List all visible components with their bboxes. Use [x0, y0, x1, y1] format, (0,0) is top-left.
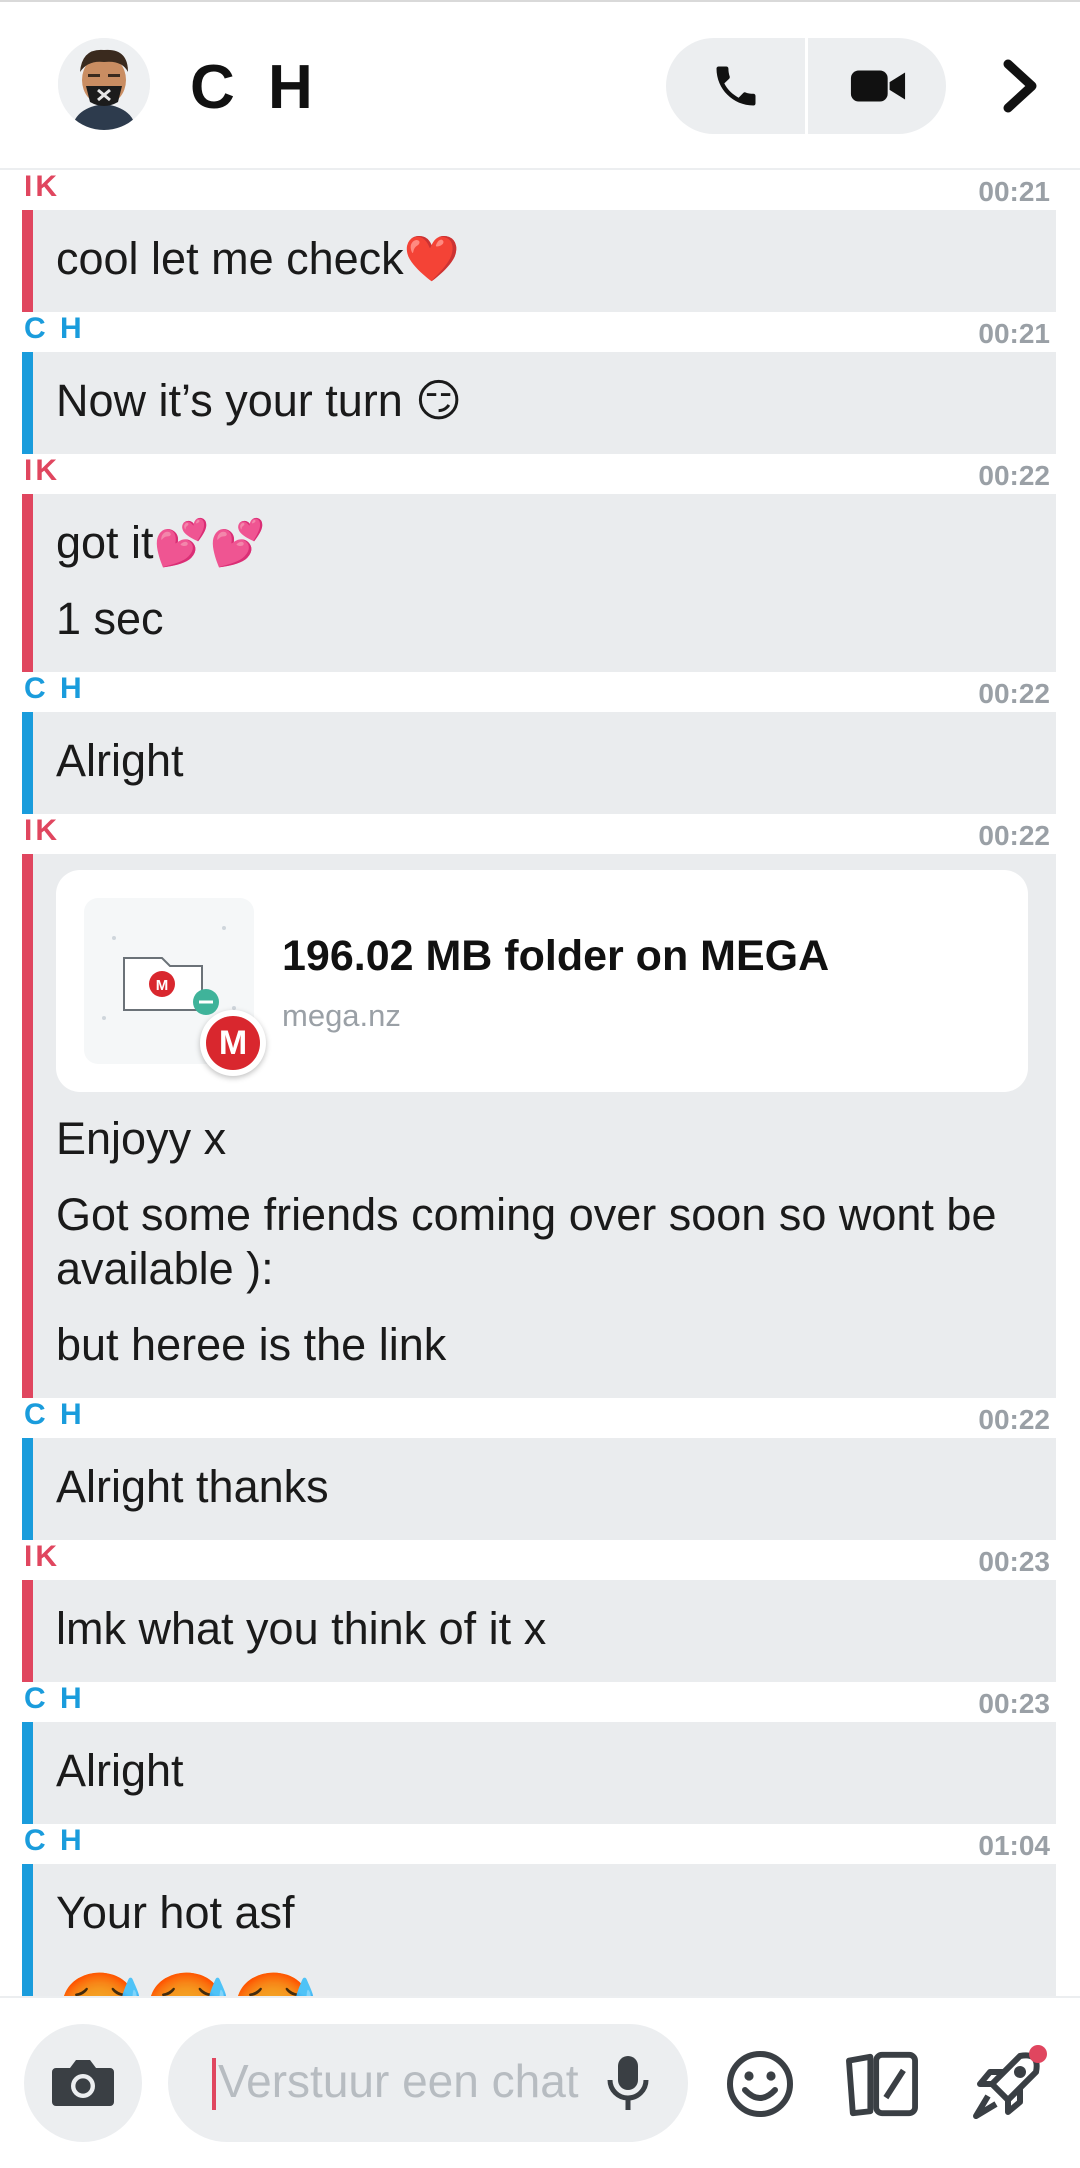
rocket-icon — [973, 2045, 1047, 2119]
message-bubble[interactable]: Alright — [22, 712, 1056, 814]
chat-title[interactable]: C H — [190, 52, 321, 123]
sender-bar — [22, 1722, 33, 1824]
message-group: IK 00:23 lmk what you think of it x — [0, 1540, 1080, 1682]
message-text: got it💕💕 — [56, 517, 266, 568]
message-time: 00:23 — [978, 1546, 1050, 1577]
sender-name: C H — [24, 312, 85, 345]
message-bubble[interactable]: Now it’s your turn 😏 — [22, 352, 1056, 454]
sender-bar — [22, 1580, 33, 1682]
message-group: C H 00:21 Now it’s your turn 😏 — [0, 312, 1080, 454]
message-group: C H 00:22 Alright — [0, 672, 1080, 814]
message-time: 00:22 — [978, 1404, 1050, 1435]
message-group: C H 00:22 Alright thanks — [0, 1398, 1080, 1540]
message-time: 00:22 — [978, 820, 1050, 851]
sender-name: IK — [24, 1540, 60, 1573]
message-bubble[interactable]: cool let me check❤️ — [22, 210, 1056, 312]
message-group: IK 00:21 cool let me check❤️ — [0, 170, 1080, 312]
message-time: 00:21 — [978, 318, 1050, 349]
text-caret — [212, 2058, 216, 2110]
chat-input-placeholder: Verstuur een chat — [218, 2055, 579, 2107]
message-text: Alright thanks — [56, 1461, 329, 1512]
voice-call-button[interactable] — [666, 38, 805, 134]
phone-icon — [716, 66, 755, 106]
message-bubble[interactable]: M M 196.02 MB folder on MEGA mega.nz Enj… — [22, 854, 1056, 1398]
emoji-button[interactable] — [720, 2044, 800, 2124]
link-title: 196.02 MB folder on MEGA — [282, 932, 830, 980]
sender-name: C H — [24, 1682, 85, 1715]
message-text: 1 sec — [56, 593, 164, 644]
chat-input[interactable]: Verstuur een chat — [168, 2024, 688, 2142]
sender-bar — [22, 210, 33, 312]
message-text: Got some friends coming over soon so won… — [56, 1189, 997, 1294]
message-list[interactable]: IK 00:21 cool let me check❤️ C H 00:21 N… — [0, 170, 1080, 1996]
message-text: Enjoyy x — [56, 1113, 227, 1164]
bitmoji-avatar-icon[interactable] — [58, 38, 150, 130]
sender-bar — [22, 352, 33, 454]
sender-bar — [22, 1864, 33, 1996]
message-group: C H 00:23 Alright — [0, 1682, 1080, 1824]
chat-header: C H — [0, 0, 1080, 170]
chat-composer: Verstuur een chat — [0, 1996, 1080, 2168]
sender-name: C H — [24, 1824, 85, 1857]
call-controls — [666, 38, 946, 134]
video-call-button[interactable] — [808, 38, 947, 134]
sender-bar — [22, 494, 33, 672]
message-text: Alright — [56, 1745, 184, 1796]
message-text: but heree is the link — [56, 1319, 447, 1370]
message-text: cool let me check❤️ — [56, 233, 460, 284]
camera-icon — [52, 2060, 114, 2106]
cards-icon — [846, 2051, 918, 2117]
message-time: 00:21 — [978, 176, 1050, 207]
sender-bar — [22, 854, 33, 1398]
message-text: Now it’s your turn 😏 — [56, 375, 463, 426]
message-time: 00:22 — [978, 678, 1050, 709]
message-bubble[interactable]: Alright thanks — [22, 1438, 1056, 1540]
message-time: 00:23 — [978, 1688, 1050, 1719]
message-time: 00:22 — [978, 460, 1050, 491]
message-text: Your hot asf — [56, 1887, 295, 1938]
message-text: Alright — [56, 735, 184, 786]
svg-text:M: M — [156, 977, 169, 994]
message-bubble[interactable]: lmk what you think of it x — [22, 1580, 1056, 1682]
sender-name: C H — [24, 1398, 85, 1431]
sender-name: IK — [24, 170, 60, 203]
camera-button[interactable] — [24, 2024, 142, 2142]
sender-bar — [22, 712, 33, 814]
video-camera-icon — [850, 70, 905, 102]
message-bubble[interactable]: got it💕💕 1 sec — [22, 494, 1056, 672]
sender-name: C H — [24, 672, 85, 705]
games-button[interactable] — [968, 2044, 1048, 2124]
chevron-right-icon[interactable] — [990, 52, 1050, 120]
message-time: 01:04 — [978, 1830, 1050, 1861]
link-preview-card[interactable]: M M 196.02 MB folder on MEGA mega.nz — [56, 870, 1028, 1092]
emoji-message: 🥵🥵🥵 — [56, 1954, 1056, 1996]
message-group: C H 01:04 Your hot asf 🥵🥵🥵 — [0, 1824, 1080, 1996]
message-group: IK 00:22 M M 196.02 MB folder on MEGA me… — [0, 814, 1080, 1398]
message-bubble[interactable]: Your hot asf 🥵🥵🥵 — [22, 1864, 1056, 1996]
message-text: lmk what you think of it x — [56, 1603, 547, 1654]
sender-name: IK — [24, 454, 60, 487]
sender-name: IK — [24, 814, 60, 847]
message-group: IK 00:22 got it💕💕 1 sec — [0, 454, 1080, 672]
microphone-icon[interactable] — [604, 2052, 652, 2116]
link-domain: mega.nz — [282, 998, 401, 1033]
message-bubble[interactable]: Alright — [22, 1722, 1056, 1824]
stickers-button[interactable] — [842, 2044, 922, 2124]
sender-bar — [22, 1438, 33, 1540]
smiley-icon — [727, 2051, 793, 2117]
mega-logo-icon: M — [200, 1010, 266, 1076]
